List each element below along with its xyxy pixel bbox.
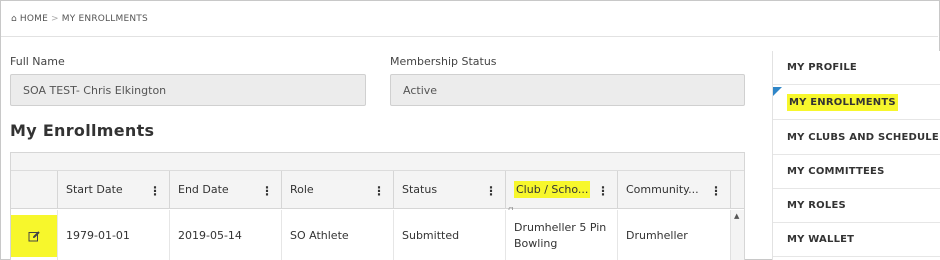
sidebar-item-my-profile[interactable]: MY PROFILE	[773, 51, 940, 85]
sidebar-item-label: MY COMMITTEES	[787, 166, 885, 177]
column-menu-icon[interactable]: ⋮	[373, 184, 385, 198]
column-menu-icon[interactable]: ⋮	[597, 184, 609, 198]
column-header-role[interactable]: Role ⋮	[282, 171, 394, 208]
grid-header: Start Date ⋮ End Date ⋮ Role ⋮ Status ⋮ …	[11, 171, 744, 209]
sidebar-item-label: MY CLUBS AND SCHEDULE	[787, 132, 939, 143]
table-row: 1979-01-01 2019-05-14 SO Athlete Submitt…	[11, 210, 744, 260]
sidebar-item-label: MY ROLES	[787, 200, 846, 211]
column-label: End Date	[178, 183, 229, 196]
membership-status-label: Membership Status	[390, 55, 497, 68]
cell-club-school: Drumheller 5 Pin Bowling	[506, 210, 618, 260]
cell-community: Drumheller	[618, 210, 731, 260]
full-name-label: Full Name	[10, 55, 65, 68]
column-menu-icon[interactable]: ⋮	[149, 184, 161, 198]
column-label: Community...	[626, 183, 699, 196]
edit-button[interactable]	[11, 214, 57, 257]
sidebar-item-my-clubs-and-schedule[interactable]: MY CLUBS AND SCHEDULE	[773, 121, 940, 155]
column-menu-icon[interactable]: ⋮	[485, 184, 497, 198]
breadcrumb-separator: >	[51, 14, 59, 24]
column-label: Club / Scho...	[514, 181, 591, 198]
grid-scrollbar[interactable]: ▲	[730, 210, 744, 260]
page-title: My Enrollments	[10, 121, 155, 140]
column-header-end-date[interactable]: End Date ⋮	[170, 171, 282, 208]
sidebar-item-my-committees[interactable]: MY COMMITTEES	[773, 155, 940, 189]
sidebar: MY PROFILE MY ENROLLMENTS MY CLUBS AND S…	[772, 51, 940, 260]
edit-icon	[28, 230, 40, 241]
grid-toolbar	[11, 153, 744, 171]
cell-role: SO Athlete	[282, 210, 394, 260]
sidebar-item-label: MY ENROLLMENTS	[787, 94, 898, 111]
breadcrumb-current: MY ENROLLMENTS	[61, 14, 148, 24]
column-header-club-school[interactable]: Club / Scho... ⋮	[506, 171, 618, 208]
edit-cell	[11, 210, 58, 260]
sidebar-item-my-wallet[interactable]: MY WALLET	[773, 223, 940, 257]
sidebar-item-label: MY PROFILE	[787, 62, 857, 73]
sidebar-item-label: MY WALLET	[787, 234, 855, 245]
column-label: Start Date	[66, 183, 123, 196]
cell-start-date: 1979-01-01	[58, 210, 170, 260]
membership-status-field: Active	[390, 74, 745, 106]
column-label: Status	[402, 183, 438, 196]
top-bar: ⌂ HOME > MY ENROLLMENTS	[1, 1, 938, 37]
sidebar-item-my-roles[interactable]: MY ROLES	[773, 189, 940, 223]
breadcrumb-home[interactable]: HOME	[20, 14, 48, 24]
sidebar-item-my-enrollments[interactable]: MY ENROLLMENTS	[773, 86, 940, 120]
column-label: Role	[290, 183, 314, 196]
home-icon[interactable]: ⌂	[11, 14, 17, 24]
column-menu-icon[interactable]: ⋮	[710, 184, 722, 198]
column-menu-icon[interactable]: ⋮	[261, 184, 273, 198]
column-header-status[interactable]: Status ⋮	[394, 171, 506, 208]
scroll-up-icon[interactable]: ▲	[734, 212, 739, 220]
breadcrumb: ⌂ HOME > MY ENROLLMENTS	[11, 14, 148, 24]
cell-end-date: 2019-05-14	[170, 210, 282, 260]
enrollments-grid: Start Date ⋮ End Date ⋮ Role ⋮ Status ⋮ …	[10, 152, 745, 260]
column-header-start-date[interactable]: Start Date ⋮	[58, 171, 170, 208]
column-header-community[interactable]: Community... ⋮	[618, 171, 731, 208]
cell-status: Submitted	[394, 210, 506, 260]
column-header-edit	[11, 171, 58, 208]
full-name-field: SOA TEST- Chris Elkington	[10, 74, 366, 106]
